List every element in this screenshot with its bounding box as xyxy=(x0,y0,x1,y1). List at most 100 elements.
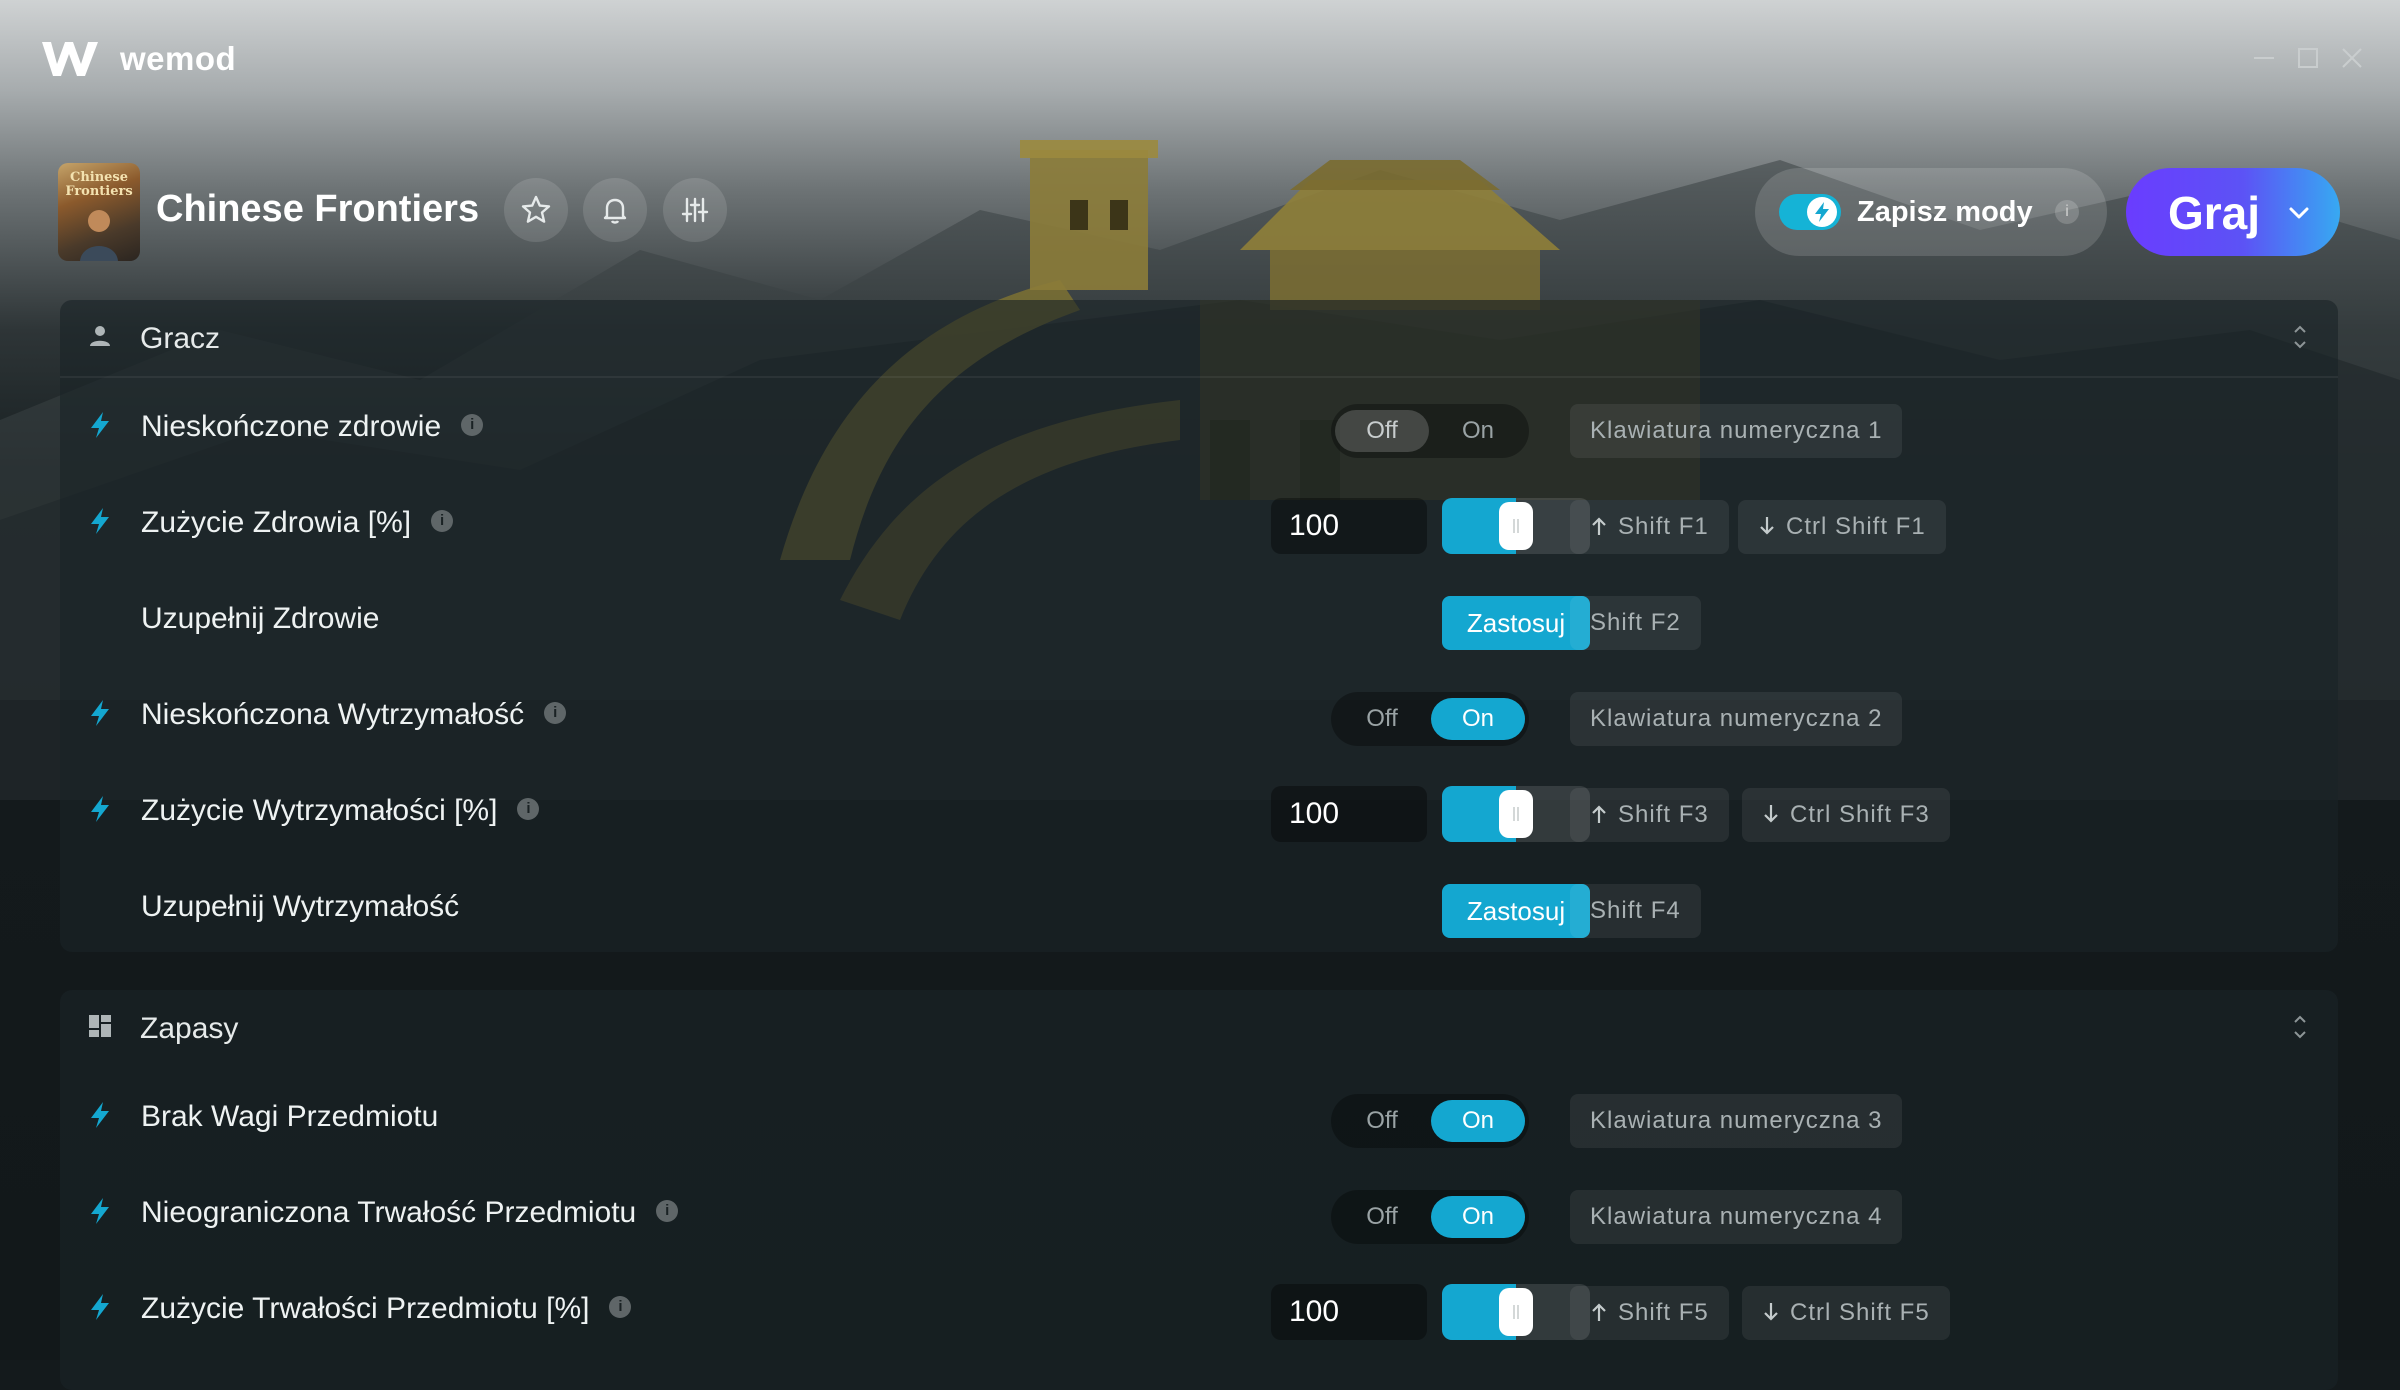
app-name: wemod xyxy=(120,40,237,77)
game-title: Chinese Frontiers xyxy=(156,188,480,230)
arrow-down-icon xyxy=(1760,516,1774,535)
section-header[interactable]: Zapasy xyxy=(60,990,2338,1066)
collapse-icon[interactable] xyxy=(2288,1012,2312,1042)
section-header[interactable]: Gracz xyxy=(60,300,2338,376)
bell-icon xyxy=(603,198,627,224)
mod-toggle[interactable]: Off On xyxy=(1331,404,1529,458)
close-icon[interactable] xyxy=(2338,44,2366,72)
value-input[interactable]: 100 xyxy=(1271,1284,1427,1340)
mod-row-stamina-usage: Zużycie Wytrzymałości [%] i 100 Shift F3 … xyxy=(60,764,2338,860)
hotkey-increase[interactable]: Shift F3 xyxy=(1570,788,1729,842)
value-slider[interactable] xyxy=(1442,498,1590,554)
toggle-on[interactable]: On xyxy=(1431,1196,1525,1238)
value-input[interactable]: 100 xyxy=(1271,498,1427,554)
mod-row-refill-stamina: Uzupełnij Wytrzymałość Zastosuj Shift F4 xyxy=(60,860,2338,956)
arrow-up-icon xyxy=(1592,517,1606,535)
sliders-icon xyxy=(681,197,709,223)
star-icon xyxy=(521,195,551,223)
hotkey-decrease[interactable]: Ctrl Shift F1 xyxy=(1738,500,1946,554)
info-icon[interactable]: i xyxy=(656,1200,679,1223)
value-slider[interactable] xyxy=(1442,1284,1590,1340)
dashboard-icon xyxy=(89,1015,111,1037)
bolt-icon xyxy=(91,1198,109,1224)
mod-label: Uzupełnij Wytrzymałość xyxy=(141,890,460,923)
section-inventory: Zapasy Brak Wagi Przedmiotu Off On Klawi… xyxy=(60,990,2338,1390)
mod-label: Uzupełnij Zdrowie xyxy=(141,602,380,635)
mod-toggle[interactable]: Off On xyxy=(1331,1190,1529,1244)
save-mods-toggle[interactable] xyxy=(1779,194,1841,230)
bolt-icon xyxy=(1815,202,1829,222)
value-slider[interactable] xyxy=(1442,786,1590,842)
toggle-off[interactable]: Off xyxy=(1335,410,1429,452)
bolt-icon xyxy=(91,1294,109,1320)
arrow-up-icon xyxy=(1592,1303,1606,1321)
favorite-button[interactable] xyxy=(504,178,568,242)
chevron-down-icon[interactable] xyxy=(2286,200,2312,226)
hotkey[interactable]: Klawiatura numeryczna 3 xyxy=(1570,1094,1903,1148)
mod-label: Zużycie Zdrowia [%] i xyxy=(141,506,454,540)
minimize-icon[interactable] xyxy=(2250,44,2278,72)
user-icon xyxy=(90,326,110,346)
bolt-icon xyxy=(91,1102,109,1128)
mod-row-unlimited-durability: Nieograniczona Trwałość Przedmiotu i Off … xyxy=(60,1166,2338,1262)
arrow-down-icon xyxy=(1764,804,1778,823)
section-player: Gracz Nieskończone zdrowie i Off On Klawi… xyxy=(60,300,2338,952)
mod-row-refill-health: Uzupełnij Zdrowie Zastosuj Shift F2 xyxy=(60,572,2338,668)
toggle-on[interactable]: On xyxy=(1431,1100,1525,1142)
slider-thumb[interactable] xyxy=(1499,1288,1533,1336)
mod-label: Zużycie Wytrzymałości [%] i xyxy=(141,794,540,828)
arrow-down-icon xyxy=(1764,1302,1778,1321)
save-mods-info-icon[interactable]: i xyxy=(2055,200,2079,224)
notifications-button[interactable] xyxy=(583,178,647,242)
hotkey-increase[interactable]: Shift F5 xyxy=(1570,1286,1729,1340)
toggle-on[interactable]: On xyxy=(1431,698,1525,740)
info-icon[interactable]: i xyxy=(431,510,454,533)
mod-toggle[interactable]: Off On xyxy=(1331,1094,1529,1148)
game-cover: Chinese Frontiers xyxy=(58,163,140,261)
hotkey[interactable]: Klawiatura numeryczna 4 xyxy=(1570,1190,1903,1244)
toggle-off[interactable]: Off xyxy=(1335,1100,1429,1142)
hotkey-decrease[interactable]: Ctrl Shift F3 xyxy=(1742,788,1950,842)
save-mods-control[interactable]: Zapisz mody i xyxy=(1755,168,2107,256)
mod-row-health-usage: Zużycie Zdrowia [%] i 100 Shift F1 Ctrl S… xyxy=(60,476,2338,572)
hotkey[interactable]: Shift F2 xyxy=(1570,596,1701,650)
mod-row-infinite-health: Nieskończone zdrowie i Off On Klawiatura … xyxy=(60,380,2338,476)
bolt-icon xyxy=(91,508,109,534)
mod-toggle[interactable]: Off On xyxy=(1331,692,1529,746)
slider-thumb[interactable] xyxy=(1499,502,1533,550)
save-mods-knob xyxy=(1807,197,1837,227)
play-label: Graj xyxy=(2168,187,2261,239)
toggle-off[interactable]: Off xyxy=(1335,1196,1429,1238)
info-icon[interactable]: i xyxy=(517,798,540,821)
maximize-icon[interactable] xyxy=(2294,44,2322,72)
hotkey-increase[interactable]: Shift F1 xyxy=(1570,500,1729,554)
mod-label: Nieskończona Wytrzymałość i xyxy=(141,698,567,732)
settings-button[interactable] xyxy=(663,178,727,242)
hotkey-decrease[interactable]: Ctrl Shift F5 xyxy=(1742,1286,1950,1340)
collapse-icon[interactable] xyxy=(2288,322,2312,352)
toggle-off[interactable]: Off xyxy=(1335,698,1429,740)
play-button[interactable]: Graj xyxy=(2126,168,2340,256)
toggle-on[interactable]: On xyxy=(1431,410,1525,452)
info-icon[interactable]: i xyxy=(461,414,484,437)
slider-thumb[interactable] xyxy=(1499,790,1533,838)
hotkey[interactable]: Shift F4 xyxy=(1570,884,1701,938)
value-input[interactable]: 100 xyxy=(1271,786,1427,842)
info-icon[interactable]: i xyxy=(544,702,567,725)
info-icon[interactable]: i xyxy=(609,1296,632,1319)
mod-row-infinite-stamina: Nieskończona Wytrzymałość i Off On Klawia… xyxy=(60,668,2338,764)
game-cover-title: Chinese Frontiers xyxy=(65,170,133,199)
mod-row-durability-usage: Zużycie Trwałości Przedmiotu [%] i 100 Sh… xyxy=(60,1262,2338,1358)
section-divider xyxy=(60,376,2338,378)
hotkey[interactable]: Klawiatura numeryczna 1 xyxy=(1570,404,1903,458)
bolt-icon xyxy=(91,700,109,726)
wemod-logo xyxy=(42,42,98,76)
bolt-icon xyxy=(91,412,109,438)
apply-button[interactable]: Zastosuj xyxy=(1442,884,1590,938)
section-title: Gracz xyxy=(140,322,221,355)
arrow-up-icon xyxy=(1592,805,1606,823)
hotkey[interactable]: Klawiatura numeryczna 2 xyxy=(1570,692,1903,746)
section-title: Zapasy xyxy=(140,1012,239,1045)
save-mods-label: Zapisz mody xyxy=(1857,196,2033,228)
apply-button[interactable]: Zastosuj xyxy=(1442,596,1590,650)
